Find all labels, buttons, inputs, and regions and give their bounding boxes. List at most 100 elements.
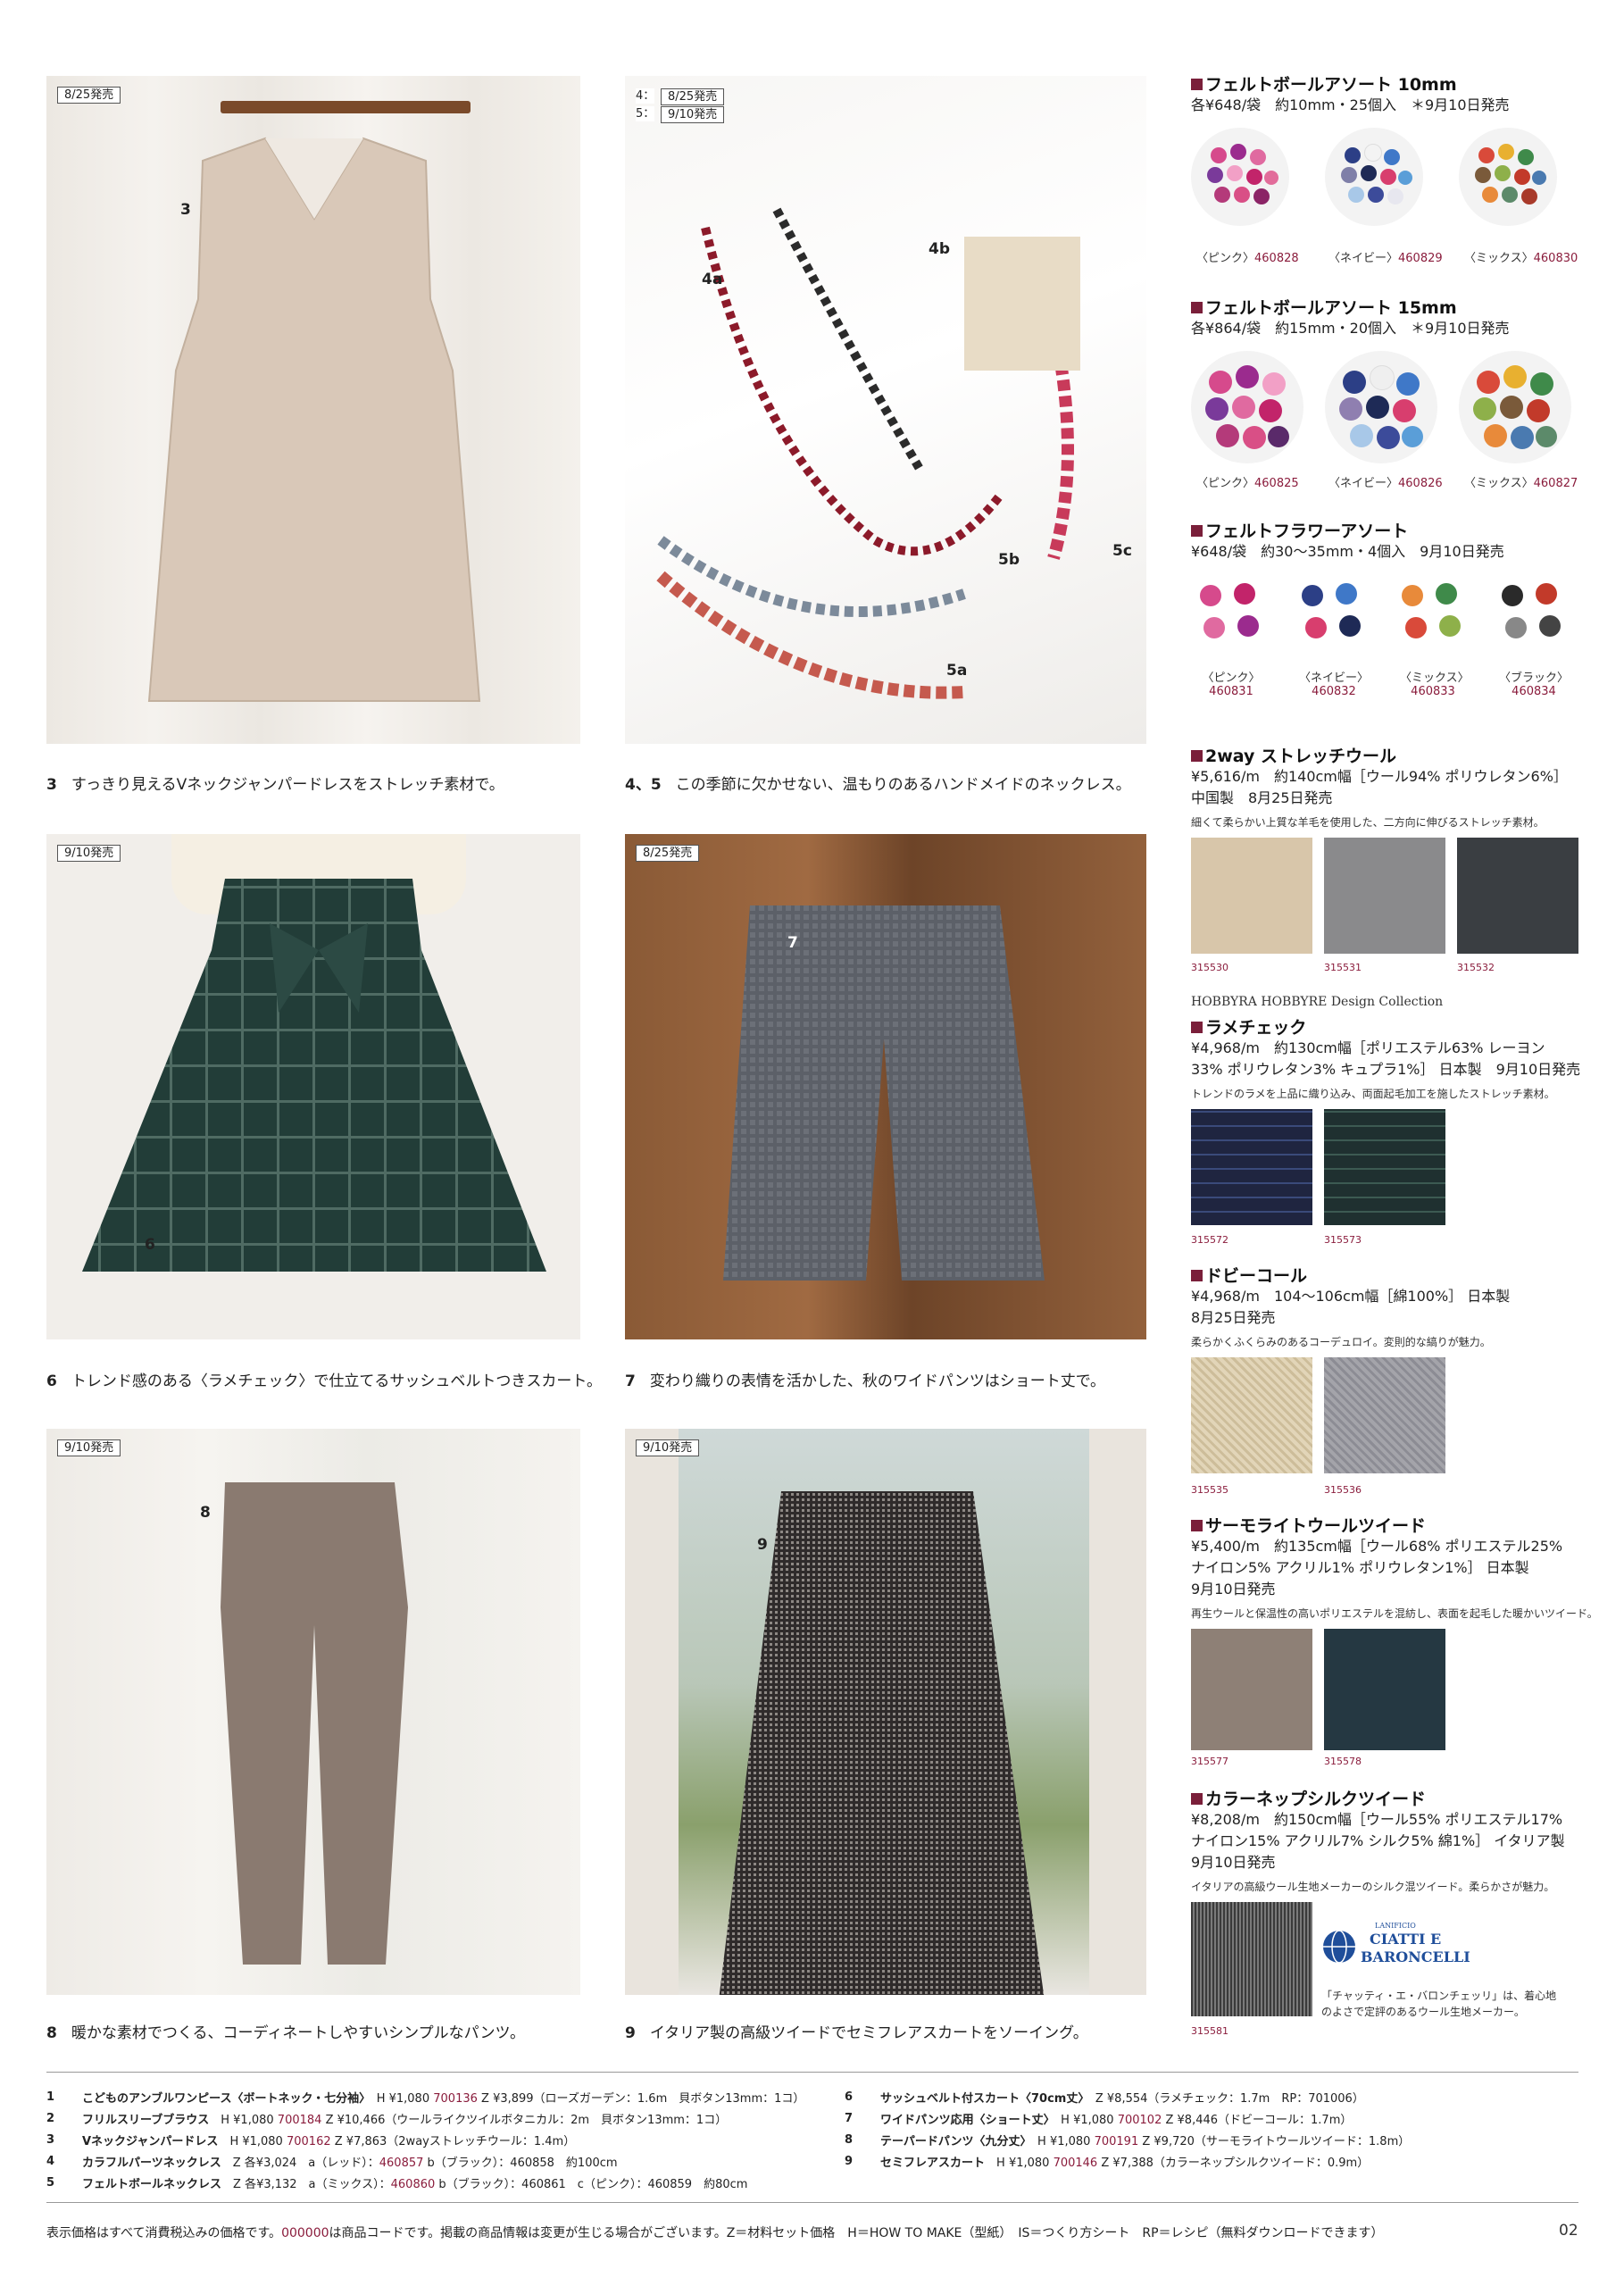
section-title-felt-flower: フェルトフラワーアソート [1191, 518, 1408, 542]
caption-3: 3 すっきり見えるVネックジャンパードレスをストレッチ素材で。 [46, 776, 504, 794]
spec-silk-3: 9月10日発売 [1191, 1854, 1276, 1871]
swatch-315532 [1457, 838, 1578, 954]
swatch-315536 [1324, 1357, 1445, 1473]
item-label-4a: 4a [702, 271, 723, 288]
skirt-illustration [719, 1491, 1045, 1995]
felt-15-label-navy: 〈ネイビー〉460826 [1328, 477, 1443, 490]
table-row: 6 サッシュベルト付スカート〈70cm丈〉 Z ¥8,554（ラメチェック：1.7… [845, 2090, 1364, 2106]
flower-label-navy: 〈ネイビー〉 460832 [1298, 672, 1369, 698]
section-title-lame-check: ラメチェック [1191, 1014, 1306, 1039]
logo-main-text-1: CIATTI E [1370, 1931, 1442, 1948]
item-label-5c: 5c [1112, 542, 1132, 560]
photo-semiflare-skirt: 9/10発売 9 [625, 1429, 1146, 1995]
caption-7: 7 変わり織りの表情を活かした、秋のワイドパンツはショート丈で。 [625, 1372, 1106, 1390]
code-315572: 315572 [1191, 1234, 1228, 1246]
dress-illustration [147, 137, 481, 702]
felt-ball-navy-10 [1325, 128, 1423, 226]
spec-stretch-1: ¥5,616/m 約140cm幅［ウール94% ポリウレタン6%］ [1191, 768, 1568, 785]
release-badge-4: 8/25発売 [661, 88, 725, 105]
swatch-315530 [1191, 838, 1312, 954]
desc-stretch: 細くて柔らかい上質な羊毛を使用した、二方向に伸びるストレッチ素材。 [1191, 816, 1545, 829]
swatch-315581 [1191, 1902, 1312, 2016]
felt-flower-mix [1402, 583, 1461, 638]
section-title-felt-15: フェルトボールアソート 15mm [1191, 295, 1457, 319]
caption-6: 6 トレンド感のある〈ラメチェック〉で仕立てるサッシュベルトつきスカート。 [46, 1372, 602, 1390]
table-row: 4 カラフルパーツネックレス Z 各¥3,024 a（レッド）：460857 b（… [46, 2154, 618, 2170]
flower-label-pink: 〈ピンク〉 460831 [1202, 672, 1261, 698]
desc-thermo: 再生ウールと保温性の高いポリエステルを混紡し、表面を起毛した暖かいツイード。 [1191, 1607, 1598, 1620]
spec-silk-2: ナイロン15% アクリル7% シルク5% 綿1%］ イタリア製 [1191, 1832, 1565, 1849]
table-row: 8 テーパードパンツ〈九分丈〉 H ¥1,080 700191 Z ¥9,720（… [845, 2132, 1411, 2148]
felt-flower-navy [1302, 583, 1361, 638]
item-number-label: 9 [757, 1536, 768, 1554]
section-title-stretch-wool: 2way ストレッチウール [1191, 743, 1396, 767]
felt-ball-pink-10 [1191, 128, 1289, 226]
felt-15-label-mix: 〈ミックス〉460827 [1464, 477, 1578, 490]
desc-dobby: 柔らかくふくらみのあるコーデュロイ。変則的な縞りが魅力。 [1191, 1336, 1491, 1348]
release-badge-5-label: 5： [636, 106, 655, 121]
photo-tapered-pants: 9/10発売 8 [46, 1429, 580, 1995]
swatch-315577 [1191, 1629, 1312, 1750]
swatch-315573 [1324, 1109, 1445, 1225]
section-title-silk: カラーネップシルクツイード [1191, 1786, 1426, 1810]
code-315531: 315531 [1324, 962, 1362, 973]
release-badge: 8/25発売 [57, 87, 121, 104]
footer-legend: 表示価格はすべて消費税込みの価格です。000000は商品コードです。掲載の商品情… [46, 2226, 1384, 2240]
item-number-label: 8 [200, 1504, 211, 1522]
footer-rule [46, 2202, 1578, 2203]
table-row: 3 Vネックジャンパードレス H ¥1,080 700162 Z ¥7,863（2… [46, 2132, 576, 2148]
felt-10-label-mix: 〈ミックス〉460830 [1464, 252, 1578, 265]
swatch-315572 [1191, 1109, 1312, 1225]
desc-silk: イタリアの高級ウール生地メーカーのシルク混ツイード。柔らかさが魅力。 [1191, 1881, 1555, 1893]
felt-flower-black [1502, 583, 1561, 638]
section-title-thermo: サーモライトウールツイード [1191, 1513, 1426, 1537]
list-top-rule [46, 2072, 1578, 2073]
globe-icon [1323, 1930, 1355, 1964]
pants-illustration [723, 905, 1045, 1281]
photo-plaid-skirt: 9/10発売 6 [46, 834, 580, 1339]
release-badge: 9/10発売 [57, 1439, 121, 1456]
item-number-label: 3 [180, 201, 191, 219]
section-title-felt-10: フェルトボールアソート 10mm [1191, 71, 1457, 96]
felt-flower-pink [1200, 583, 1259, 638]
table-row: 2 フリルスリーブブラウス H ¥1,080 700184 Z ¥10,466（ウ… [46, 2111, 728, 2127]
felt-10-label-navy: 〈ネイビー〉460829 [1328, 252, 1443, 265]
code-315530: 315530 [1191, 962, 1228, 973]
item-number-label: 7 [787, 934, 798, 952]
swatch-315578 [1324, 1629, 1445, 1750]
skirt-illustration [82, 879, 546, 1272]
release-badge-4-label: 4： [636, 88, 655, 104]
item-number-label: 6 [145, 1236, 155, 1254]
logo-small-text: LANIFICIO [1375, 1922, 1416, 1930]
felt-10-label-pink: 〈ピンク〉460828 [1196, 252, 1299, 265]
spec-lame-2: 33% ポリウレタン3% キュプラ1%］ 日本製 9月10日発売 [1191, 1061, 1581, 1078]
swatch-315531 [1324, 838, 1445, 954]
felt-ball-navy-15 [1325, 351, 1437, 463]
logo-main-text-2: BARONCELLI [1361, 1948, 1470, 1965]
flower-label-mix: 〈ミックス〉 460833 [1400, 672, 1470, 698]
code-315577: 315577 [1191, 1756, 1228, 1767]
felt-ball-mix-10 [1459, 128, 1557, 226]
spec-lame-1: ¥4,968/m 約130cm幅［ポリエステル63% レーヨン [1191, 1039, 1545, 1056]
release-badge: 8/25発売 [636, 845, 700, 862]
release-badge-5: 9/10発売 [661, 106, 725, 123]
spec-thermo-1: ¥5,400/m 約135cm幅［ウール68% ポリエステル25% [1191, 1538, 1563, 1555]
photo-jumper-dress: 8/25発売 3 [46, 76, 580, 744]
code-315532: 315532 [1457, 962, 1495, 973]
materials-list-right: 6 サッシュベルト付スカート〈70cm丈〉 Z ¥8,554（ラメチェック：1.7… [845, 2086, 1415, 2172]
materials-list-left: 1 こどものアンブルワンピース〈ボートネック・七分袖〉 H ¥1,080 7001… [46, 2086, 810, 2193]
spec-stretch-2: 中国製 8月25日発売 [1191, 789, 1333, 806]
silk-note-1: 「チャッティ・エ・バロンチェッリ」は、着心地 [1321, 1990, 1557, 2002]
spec-felt-15: 各¥864/袋 約15mm・20個入 ＊9月10日発売 [1191, 320, 1510, 337]
swatch-315535 [1191, 1357, 1312, 1473]
spec-silk-1: ¥8,208/m 約150cm幅［ウール55% ポリエステル17% [1191, 1811, 1563, 1828]
code-315573: 315573 [1324, 1234, 1362, 1246]
code-315581: 315581 [1191, 2025, 1228, 2037]
pants-illustration [221, 1482, 408, 1965]
felt-ball-pink-15 [1191, 351, 1303, 463]
table-row: 9 セミフレアスカート H ¥1,080 700146 Z ¥7,388（カラーネ… [845, 2154, 1370, 2170]
section-title-dobby: ドビーコール [1191, 1263, 1307, 1287]
item-label-5b: 5b [998, 551, 1020, 569]
table-row: 5 フェルトボールネックレス Z 各¥3,132 a（ミックス）：460860 b… [46, 2175, 748, 2191]
release-badge: 9/10発売 [636, 1439, 700, 1456]
